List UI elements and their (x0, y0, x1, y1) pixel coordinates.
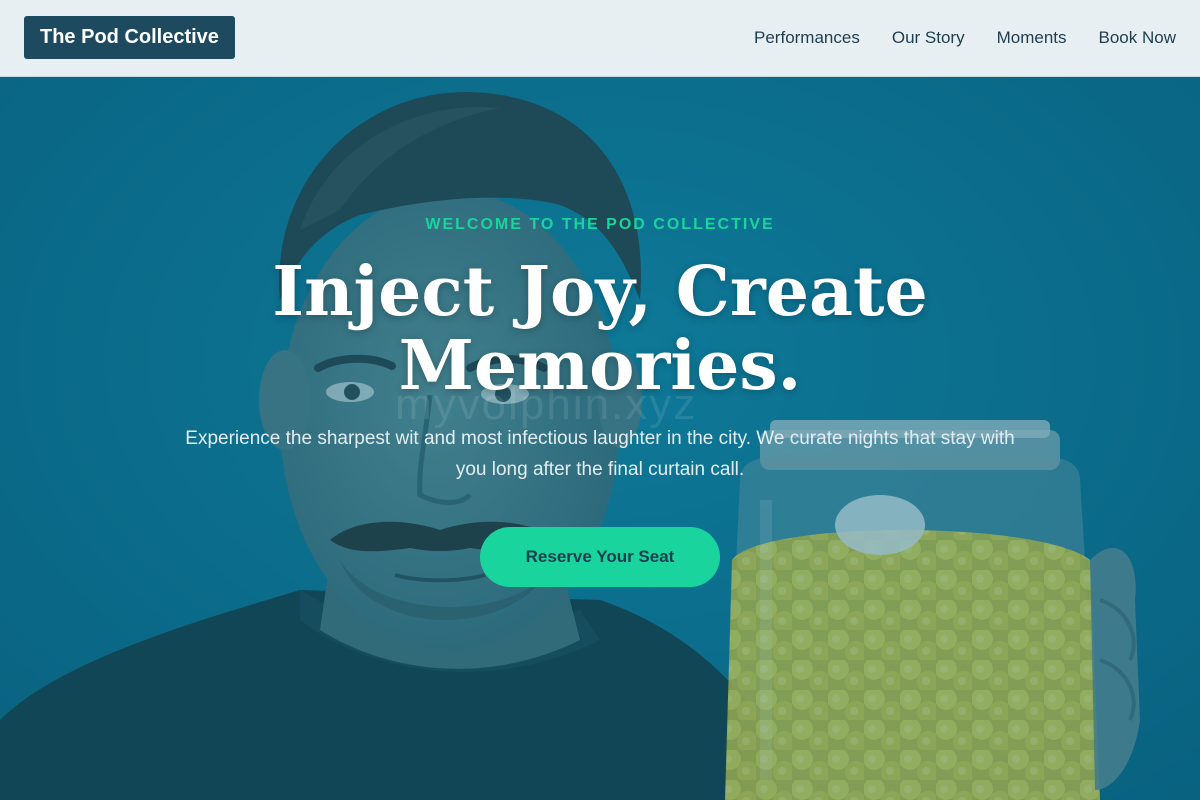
hero-headline: Inject Joy, Create Memories. (260, 255, 940, 403)
nav-link-moments[interactable]: Moments (997, 28, 1067, 48)
hero-subtext: Experience the sharpest wit and most inf… (185, 428, 1015, 480)
nav-links: Performances Our Story Moments Book Now (754, 0, 1176, 76)
nav-link-our-story[interactable]: Our Story (892, 28, 965, 48)
navbar: The Pod Collective Performances Our Stor… (0, 0, 1200, 77)
hero-headline-line-2: Memories. (398, 326, 802, 406)
brand-logo-button[interactable]: The Pod Collective (24, 16, 235, 59)
hero-eyebrow: WELCOME TO THE POD COLLECTIVE (425, 216, 775, 233)
page: myvolphin.xyz The Pod Collective Perform… (0, 0, 1200, 800)
hero-section: WELCOME TO THE POD COLLECTIVE Inject Joy… (0, 0, 1200, 800)
reserve-seat-button[interactable]: Reserve Your Seat (480, 527, 720, 587)
hero-headline-line-1: Inject Joy, Create (272, 252, 928, 332)
nav-link-book-now[interactable]: Book Now (1099, 28, 1176, 48)
nav-link-performances[interactable]: Performances (754, 28, 860, 48)
